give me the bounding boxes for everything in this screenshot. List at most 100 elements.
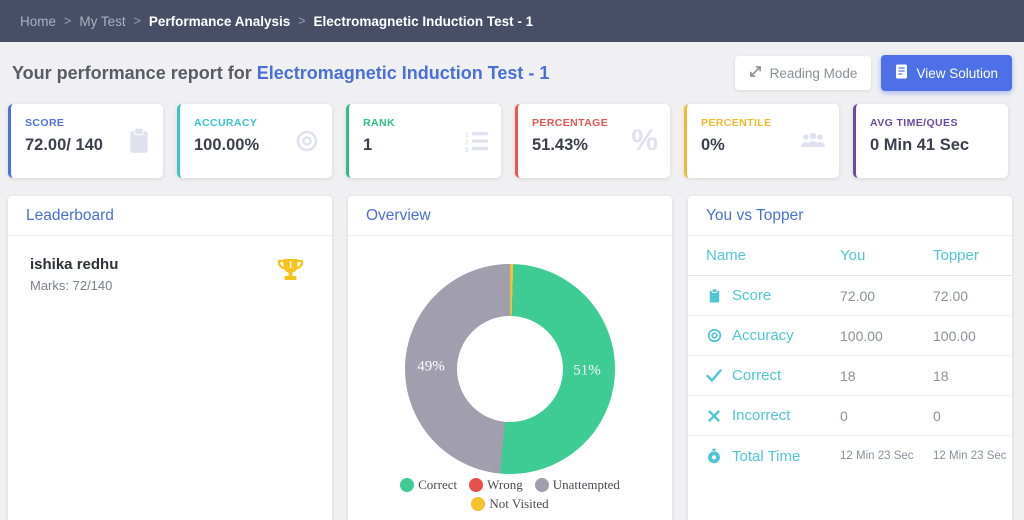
- row-label-correct: Correct: [706, 367, 840, 384]
- leaderboard-entry-text: ishika redhu Marks: 72/140: [30, 256, 118, 293]
- page-title: Your performance report for Electromagne…: [12, 63, 549, 84]
- document-icon: [895, 64, 908, 82]
- page-title-test-name: Electromagnetic Induction Test - 1: [256, 62, 550, 83]
- reading-mode-button[interactable]: Reading Mode: [734, 56, 872, 90]
- chart-legend: Correct Wrong Unattempted Not Visited: [348, 477, 672, 512]
- clipboard-icon: [706, 287, 722, 304]
- target-icon: [294, 128, 320, 154]
- breadcrumb-separator: >: [133, 14, 141, 28]
- x-icon: [706, 409, 722, 422]
- accuracy-you-value: 100.00: [840, 327, 883, 344]
- legend-item-wrong[interactable]: Wrong: [469, 477, 523, 493]
- legend-swatch-unattempted: [534, 478, 549, 492]
- donut-label-unattempted: 49%: [417, 358, 445, 375]
- column-header-you: You: [840, 247, 866, 264]
- legend-item-unattempted[interactable]: Unattempted: [534, 477, 620, 493]
- leaderboard-entry-marks: Marks: 72/140: [30, 278, 113, 293]
- breadcrumb-separator: >: [298, 14, 306, 28]
- legend-swatch-correct: [400, 478, 415, 492]
- donut-hole: [457, 316, 563, 422]
- total-time-you-value: 12 Min 23 Sec: [840, 450, 914, 462]
- clipboard-icon: [127, 127, 151, 155]
- breadcrumb-my-test[interactable]: My Test: [79, 14, 125, 29]
- legend-item-not-visited[interactable]: Not Visited: [471, 496, 549, 512]
- legend-label-wrong: Wrong: [487, 477, 523, 492]
- comparison-header-row: Name You Topper: [688, 236, 1012, 276]
- leaderboard-entry-name: ishika redhu: [30, 256, 119, 273]
- svg-text:1: 1: [465, 132, 469, 139]
- check-icon: [706, 369, 722, 382]
- column-header-name: Name: [706, 247, 747, 264]
- rank-card: RANK 1 123: [346, 104, 501, 178]
- overview-title: Overview: [366, 207, 431, 224]
- legend-swatch-not-visited: [471, 497, 486, 511]
- score-you-value: 72.00: [840, 287, 876, 304]
- legend-label-correct: Correct: [418, 477, 458, 492]
- legend-row: Not Visited: [348, 496, 672, 512]
- divider: [348, 235, 672, 236]
- trophy-icon: 1: [275, 256, 306, 291]
- header-actions: Reading Mode View Solution: [734, 55, 1012, 91]
- percentage-card: PERCENTAGE 51.43% %: [515, 104, 670, 178]
- correct-you-value: 18: [840, 367, 856, 384]
- row-label-text: Incorrect: [732, 407, 791, 424]
- score-topper-value: 72.00: [933, 287, 969, 304]
- legend-label-unattempted: Unattempted: [552, 477, 620, 492]
- comparison-table: Name You Topper Score 72.00 72.00 Accura…: [688, 236, 1012, 476]
- accuracy-card: ACCURACY 100.00%: [177, 104, 332, 178]
- table-row-total-time: Total Time 12 Min 23 Sec 12 Min 23 Sec: [688, 436, 1012, 476]
- avg-time-value: 0 Min 41 Sec: [870, 136, 970, 154]
- row-label-text: Score: [732, 287, 772, 304]
- stopwatch-icon: [706, 448, 722, 464]
- row-label-incorrect: Incorrect: [706, 407, 840, 424]
- donut-label-correct: 51%: [573, 362, 601, 379]
- breadcrumb-current-test: Electromagnetic Induction Test - 1: [313, 13, 534, 29]
- svg-text:1: 1: [288, 260, 293, 270]
- panels-row: Leaderboard ishika redhu Marks: 72/140 1…: [0, 196, 1024, 520]
- overview-panel: Overview 49% 51% Correct Wrong Unattempt…: [348, 196, 672, 520]
- you-vs-topper-panel: You vs Topper Name You Topper Score 72.0…: [688, 196, 1012, 520]
- expand-arrows-icon: [749, 65, 762, 81]
- you-vs-topper-title: You vs Topper: [706, 207, 804, 224]
- avg-time-card: AVG TIME/QUES 0 Min 41 Sec: [853, 104, 1008, 178]
- table-row-incorrect: Incorrect 0 0: [688, 396, 1012, 436]
- row-label-score: Score: [706, 287, 840, 304]
- svg-text:3: 3: [465, 147, 469, 152]
- incorrect-you-value: 0: [840, 407, 848, 424]
- people-group-icon: [799, 131, 827, 151]
- row-label-text: Correct: [732, 367, 782, 384]
- legend-swatch-wrong: [469, 478, 484, 492]
- overview-donut-chart[interactable]: 49% 51%: [405, 264, 615, 474]
- row-label-accuracy: Accuracy: [706, 327, 840, 344]
- stat-cards-row: SCORE 72.00/ 140 ACCURACY 100.00% RANK 1…: [0, 104, 1024, 178]
- rank-label: RANK: [363, 117, 395, 129]
- breadcrumb-bar: Home > My Test > Performance Analysis > …: [0, 0, 1024, 42]
- row-label-total-time: Total Time: [706, 448, 840, 465]
- svg-text:2: 2: [465, 140, 469, 147]
- accuracy-topper-value: 100.00: [933, 327, 976, 344]
- page-title-prefix: Your performance report for: [12, 62, 257, 83]
- column-header-topper: Topper: [933, 247, 979, 264]
- leaderboard-entry: ishika redhu Marks: 72/140 1: [8, 236, 332, 293]
- breadcrumb-home[interactable]: Home: [20, 14, 56, 29]
- incorrect-topper-value: 0: [933, 407, 941, 424]
- table-row-correct: Correct 18 18: [688, 356, 1012, 396]
- leaderboard-title: Leaderboard: [26, 207, 114, 224]
- total-time-topper-value: 12 Min 23 Sec: [933, 450, 1007, 462]
- breadcrumb-performance-analysis[interactable]: Performance Analysis: [149, 14, 290, 29]
- ranked-list-icon: 123: [465, 130, 489, 154]
- table-row-score: Score 72.00 72.00: [688, 276, 1012, 316]
- target-icon: [706, 328, 722, 343]
- avg-time-label: AVG TIME/QUES: [870, 117, 958, 129]
- legend-item-correct[interactable]: Correct: [400, 477, 457, 493]
- legend-label-not-visited: Not Visited: [489, 496, 549, 511]
- correct-topper-value: 18: [933, 367, 949, 384]
- table-row-accuracy: Accuracy 100.00 100.00: [688, 316, 1012, 356]
- row-label-text: Total Time: [732, 447, 801, 465]
- breadcrumb-separator: >: [64, 14, 72, 28]
- percentile-card: PERCENTILE 0%: [684, 104, 839, 178]
- legend-row: Correct Wrong Unattempted: [348, 477, 672, 493]
- percentile-label: PERCENTILE: [701, 117, 772, 129]
- score-card: SCORE 72.00/ 140: [8, 104, 163, 178]
- view-solution-button[interactable]: View Solution: [881, 55, 1012, 91]
